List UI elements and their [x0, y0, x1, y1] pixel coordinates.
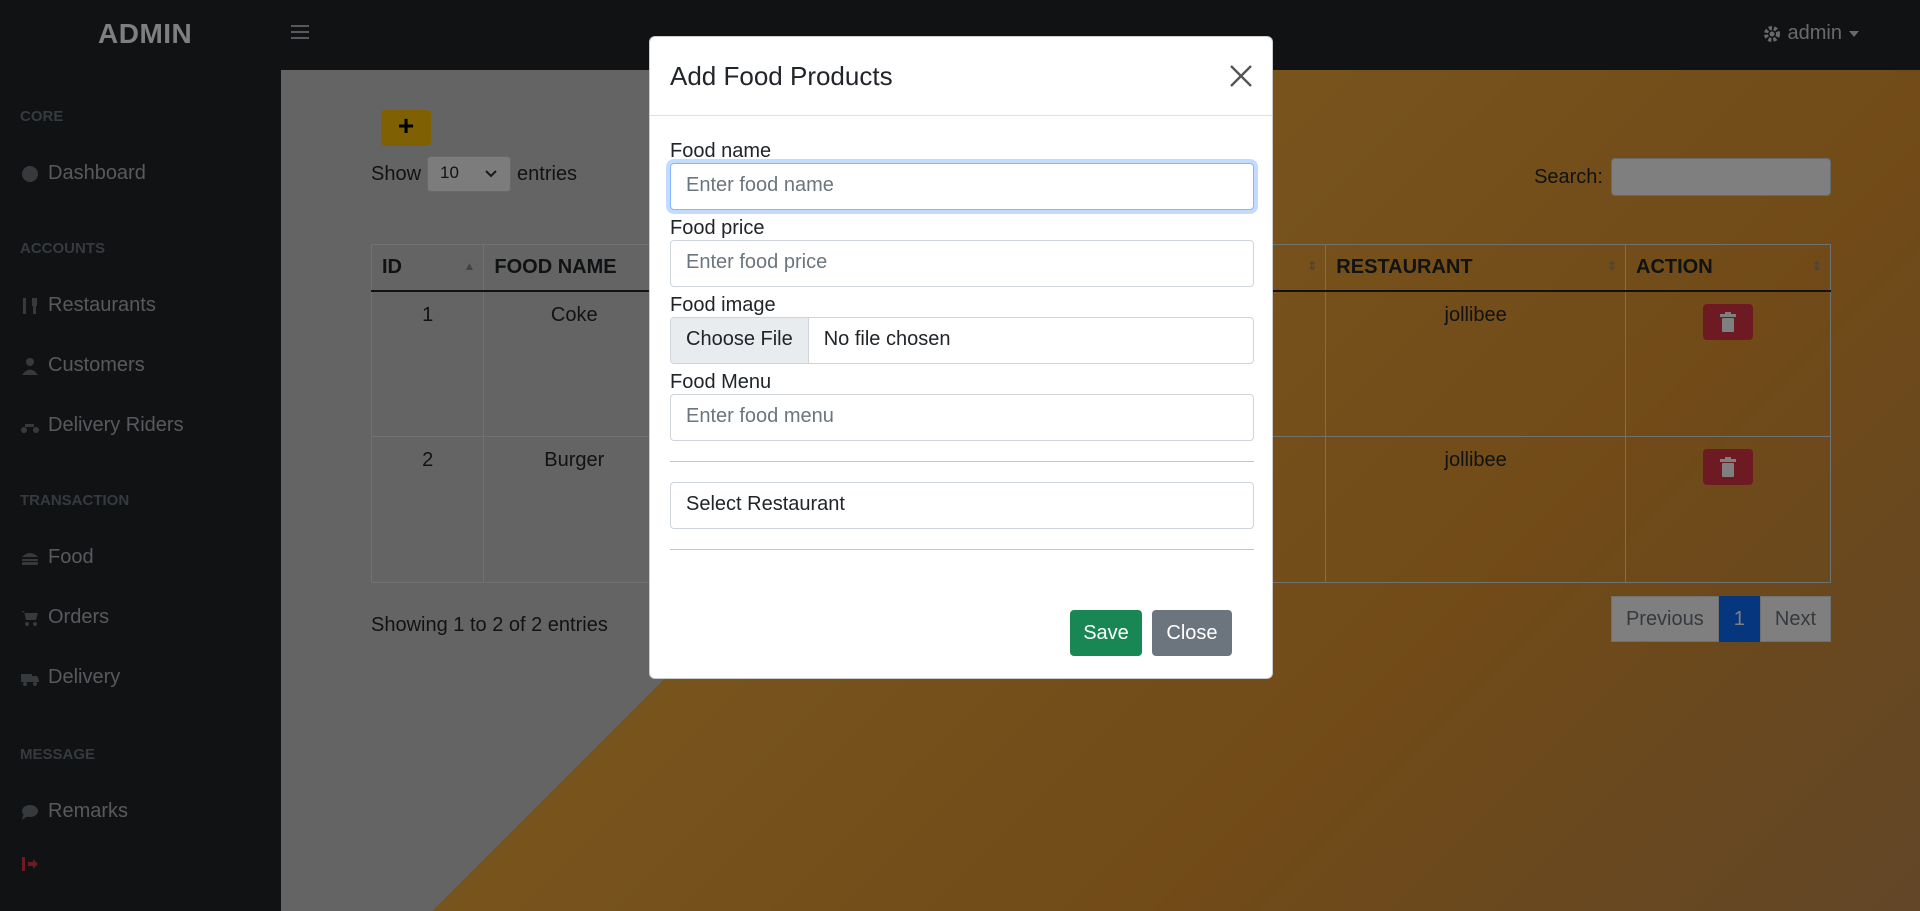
choose-file-button[interactable]: Choose File — [671, 318, 809, 363]
food-image-label: Food image — [670, 294, 776, 316]
food-menu-input[interactable]: Enter food menu — [670, 394, 1254, 441]
food-price-input[interactable]: Enter food price — [670, 240, 1254, 287]
food-name-input[interactable]: Enter food name — [670, 163, 1254, 210]
add-food-modal: Add Food Products Food name Enter food n… — [649, 36, 1273, 679]
food-image-input[interactable]: Choose File No file chosen — [670, 317, 1254, 364]
restaurant-select[interactable]: Select Restaurant — [670, 482, 1254, 529]
close-button[interactable]: Close — [1152, 610, 1232, 656]
food-menu-label: Food Menu — [670, 371, 772, 393]
file-status: No file chosen — [823, 328, 951, 350]
modal-body: Food name Enter food name Food price Ent… — [670, 139, 1254, 550]
close-icon[interactable] — [1228, 63, 1254, 89]
modal-title: Add Food Products — [670, 61, 893, 91]
divider — [670, 461, 1254, 462]
food-price-label: Food price — [670, 217, 765, 239]
divider — [670, 549, 1254, 550]
modal-header: Add Food Products — [650, 37, 1272, 116]
save-button[interactable]: Save — [1070, 610, 1142, 656]
food-name-label: Food name — [670, 140, 772, 162]
